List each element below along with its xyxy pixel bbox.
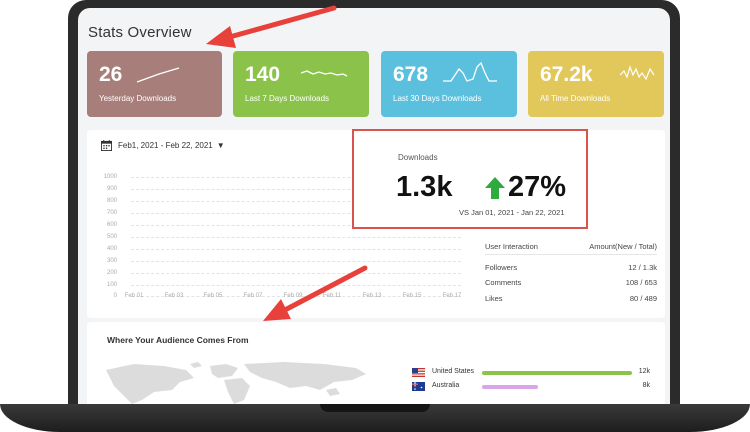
- row-amount: 108 / 653: [625, 278, 657, 287]
- audience-title: Where Your Audience Comes From: [107, 335, 249, 345]
- x-tick-label: Feb 17: [442, 293, 462, 299]
- y-tick-label: 300: [106, 258, 117, 264]
- annotation-arrow-chart: [263, 265, 368, 321]
- column-header: Amount(New / Total): [589, 242, 657, 251]
- annotation-arrow-title: [206, 5, 337, 48]
- country-row-united-states: United States 12k: [412, 367, 650, 379]
- country-value: 8k: [642, 382, 650, 389]
- divider: [485, 254, 657, 255]
- date-range-text: Feb1, 2021 - Feb 22, 2021: [118, 141, 213, 150]
- chevron-down-icon: ▼: [216, 141, 225, 150]
- table-row: Comments 108 / 653: [485, 278, 657, 287]
- stat-card-all-time[interactable]: 67.2k All Time Downloads: [528, 51, 664, 117]
- stat-card-last-30-days[interactable]: 678 Last 30 Days Downloads: [381, 51, 517, 117]
- trend-sparkline-icon: [136, 67, 180, 83]
- grid-line: [131, 237, 461, 238]
- country-name: Australia: [432, 382, 460, 389]
- page-title: Stats Overview: [88, 24, 192, 41]
- y-tick-label: 400: [106, 246, 117, 252]
- australia-flag-icon: [412, 382, 425, 391]
- y-tick-label: 700: [106, 210, 117, 216]
- table-row: Likes 80 / 489: [485, 294, 657, 303]
- stat-label: All Time Downloads: [540, 94, 611, 103]
- trend-sparkline-icon: [619, 65, 655, 81]
- row-label: Followers: [485, 263, 518, 272]
- y-tick-label: 800: [106, 198, 117, 204]
- arrow-up-icon: [485, 176, 505, 199]
- grid-line: [131, 261, 461, 262]
- row-amount: 80 / 489: [629, 294, 657, 303]
- calendar-icon: [101, 140, 112, 151]
- stat-label: Yesterday Downloads: [99, 94, 177, 103]
- country-name: United States: [432, 368, 475, 375]
- grid-line: [131, 249, 461, 250]
- column-header: User Interaction: [485, 242, 538, 251]
- table-header: User Interaction Amount(New / Total): [485, 242, 657, 251]
- row-label: Likes: [485, 294, 503, 303]
- us-flag-icon: [412, 368, 425, 377]
- y-tick-label: 100: [106, 282, 117, 288]
- trend-sparkline-icon: [443, 61, 497, 82]
- stat-card-last-7-days[interactable]: 140 Last 7 Days Downloads: [233, 51, 369, 117]
- date-range-picker[interactable]: Feb1, 2021 - Feb 22, 2021 ▼: [101, 140, 225, 151]
- y-tick-label: 900: [106, 186, 117, 192]
- y-tick-label: 500: [106, 234, 117, 240]
- table-row: Followers 12 / 1.3k: [485, 263, 657, 272]
- trend-sparkline-icon: [300, 70, 348, 77]
- downloads-label: Downloads: [398, 153, 438, 162]
- row-label: Comments: [485, 278, 522, 287]
- downloads-change-value: 27%: [508, 171, 567, 203]
- laptop-notch: [320, 404, 430, 412]
- x-tick-label: Feb 03: [164, 293, 184, 299]
- x-tick-label: Feb 01: [124, 293, 144, 299]
- country-share-bar: [482, 371, 632, 375]
- y-tick-label: 1000: [103, 174, 117, 180]
- x-tick-label: Feb 15: [402, 293, 422, 299]
- downloads-change: 27%: [484, 171, 566, 204]
- country-row-australia: Australia 8k: [412, 381, 650, 393]
- stat-label: Last 7 Days Downloads: [245, 94, 330, 103]
- stat-label: Last 30 Days Downloads: [393, 94, 482, 103]
- stat-card-yesterday[interactable]: 26 Yesterday Downloads: [87, 51, 222, 117]
- downloads-value: 1.3k: [396, 171, 453, 203]
- country-value: 12k: [638, 368, 650, 375]
- row-amount: 12 / 1.3k: [628, 263, 657, 272]
- y-tick-label: 200: [106, 270, 117, 276]
- y-tick-label: 600: [106, 222, 117, 228]
- y-tick-label: 0: [113, 293, 117, 299]
- downloads-highlight-box: Downloads 1.3k 27% VS Jan 01, 2021 - Jan…: [352, 129, 588, 229]
- world-map: [106, 362, 366, 404]
- country-share-bar: [482, 385, 538, 389]
- comparison-period: VS Jan 01, 2021 - Jan 22, 2021: [459, 208, 565, 217]
- x-tick-label: Feb 05: [203, 293, 223, 299]
